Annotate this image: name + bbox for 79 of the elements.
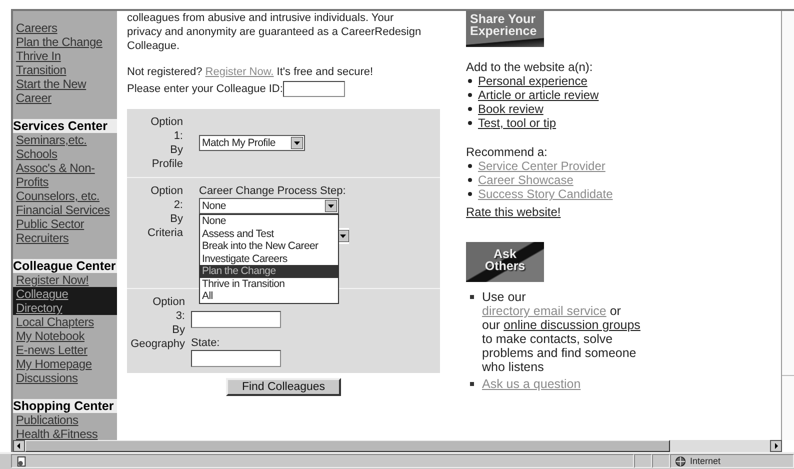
sidebar-link[interactable]: Schools (13, 147, 117, 161)
sidebar-link[interactable]: Health &Fitness (13, 427, 117, 440)
link[interactable]: Article or article review (478, 88, 599, 102)
sidebar-link[interactable]: Recruiters (13, 231, 117, 245)
link[interactable]: Service Center Provider (478, 159, 606, 173)
dropdown-option[interactable]: Thrive in Transition (200, 278, 338, 290)
register-paragraph: Not registered? Register Now. It's free and secure! (127, 65, 374, 79)
globe-icon (675, 456, 686, 466)
sidebar-link[interactable]: E-news Letter (13, 343, 117, 357)
intro-text: Recommend a: (466, 145, 548, 159)
option-label: Option 1: By Profile (150, 115, 184, 171)
dropdown[interactable]: Match My Profile (199, 135, 305, 151)
bullet-icon (468, 107, 472, 111)
link[interactable]: Test, tool or tip (478, 116, 556, 130)
dropdown-option[interactable]: Assess and Test (200, 228, 338, 240)
link[interactable]: online discussion groups (504, 318, 640, 332)
sidebar-link[interactable]: Assoc's & Non-Profits (13, 161, 117, 189)
section-heading: Services Center (13, 119, 117, 133)
sidebar-link[interactable]: Plan the Change (13, 35, 117, 49)
bullet-icon (468, 192, 472, 196)
link[interactable]: Success Story Candidate (478, 187, 613, 201)
dropdown-arrow-icon[interactable] (325, 200, 337, 212)
rate-link[interactable]: Rate this website! (466, 205, 561, 219)
intro-text: Add to the website a(n): (466, 60, 593, 74)
state-field[interactable] (191, 350, 281, 367)
bullet-icon (468, 178, 472, 182)
bullet-icon (470, 295, 474, 299)
sidebar-link[interactable]: Colleague Directory (13, 287, 117, 315)
dropdown-option[interactable]: Plan the Change (200, 265, 338, 278)
sidebar-link[interactable]: Local Chapters (13, 315, 117, 329)
sidebar-link[interactable]: Counselors, etc. (13, 189, 117, 203)
dropdown[interactable]: None (199, 198, 339, 214)
colleague-id-field[interactable] (282, 81, 345, 97)
bullet-text: Use our directory email service or our online discussion groups to make contacts, solve problems and find someone who listens (482, 290, 641, 374)
scroll-left-icon[interactable] (13, 440, 25, 452)
dropdown-option[interactable]: Break into the New Career (200, 240, 338, 252)
sidebar-link[interactable]: Thrive In Transition (13, 49, 117, 77)
field-label: Career Change Process Step: (199, 184, 346, 198)
link[interactable]: Personal experience (478, 74, 588, 88)
sidebar-link[interactable]: My Notebook (13, 329, 117, 343)
page-icon (16, 456, 27, 466)
link[interactable]: directory email service (482, 304, 606, 318)
dropdown-option[interactable]: Investigate Careers (200, 252, 338, 265)
id-label: Please enter your Colleague ID: (127, 82, 283, 96)
dropdown-arrow-icon[interactable] (291, 137, 303, 149)
dropdown-option[interactable]: None (200, 215, 338, 228)
register-link[interactable]: Register Now. (205, 66, 274, 78)
sidebar-link[interactable]: Careers (13, 21, 117, 35)
vertical-scrollbar[interactable] (781, 11, 794, 440)
zone-label: Internet (690, 456, 721, 466)
sidebar-link[interactable]: Discussions (13, 371, 117, 385)
section-heading: Shopping Center (13, 399, 117, 413)
dropdown-option[interactable]: All (200, 290, 338, 302)
link[interactable]: Ask us a question (482, 377, 581, 391)
horizontal-scrollbar[interactable] (11, 440, 782, 452)
intro-paragraph: colleagues from abusive and intrusive individuals. Your privacy and anonymity are guaranteed as a CareerRedesign Colleague. (127, 11, 422, 53)
sidebar-link[interactable]: Financial Services (13, 203, 117, 217)
sidebar-link[interactable]: Public Sector (13, 217, 117, 231)
bullet-icon (468, 79, 472, 83)
section-heading: Colleague Center (13, 259, 117, 273)
bullet-icon (468, 93, 472, 97)
bullet-icon (468, 164, 472, 168)
bullet-icon (468, 121, 472, 125)
scroll-right-icon[interactable] (770, 440, 782, 452)
find-colleagues-button[interactable]: Find Colleagues (226, 378, 341, 396)
sidebar-link[interactable]: Start the New Career (13, 77, 117, 105)
field-label: State: (191, 336, 220, 350)
sidebar-link[interactable]: Seminars,etc. (13, 133, 117, 147)
sidebar-link[interactable]: Publications (13, 413, 117, 427)
text-field[interactable] (191, 311, 281, 328)
bullet-icon (470, 382, 474, 386)
link[interactable]: Career Showcase (478, 173, 574, 187)
link[interactable]: Book review (478, 102, 544, 116)
option-label: Option 3: By Geography (130, 295, 186, 352)
sidebar-link[interactable]: My Homepage (13, 357, 117, 371)
banner-graphic: Share Your Experience (466, 11, 544, 47)
banner-graphic: Ask Others (466, 242, 544, 282)
sidebar-link[interactable]: Register Now! (13, 273, 117, 287)
option-label: Option 2: By Criteria (146, 184, 184, 241)
